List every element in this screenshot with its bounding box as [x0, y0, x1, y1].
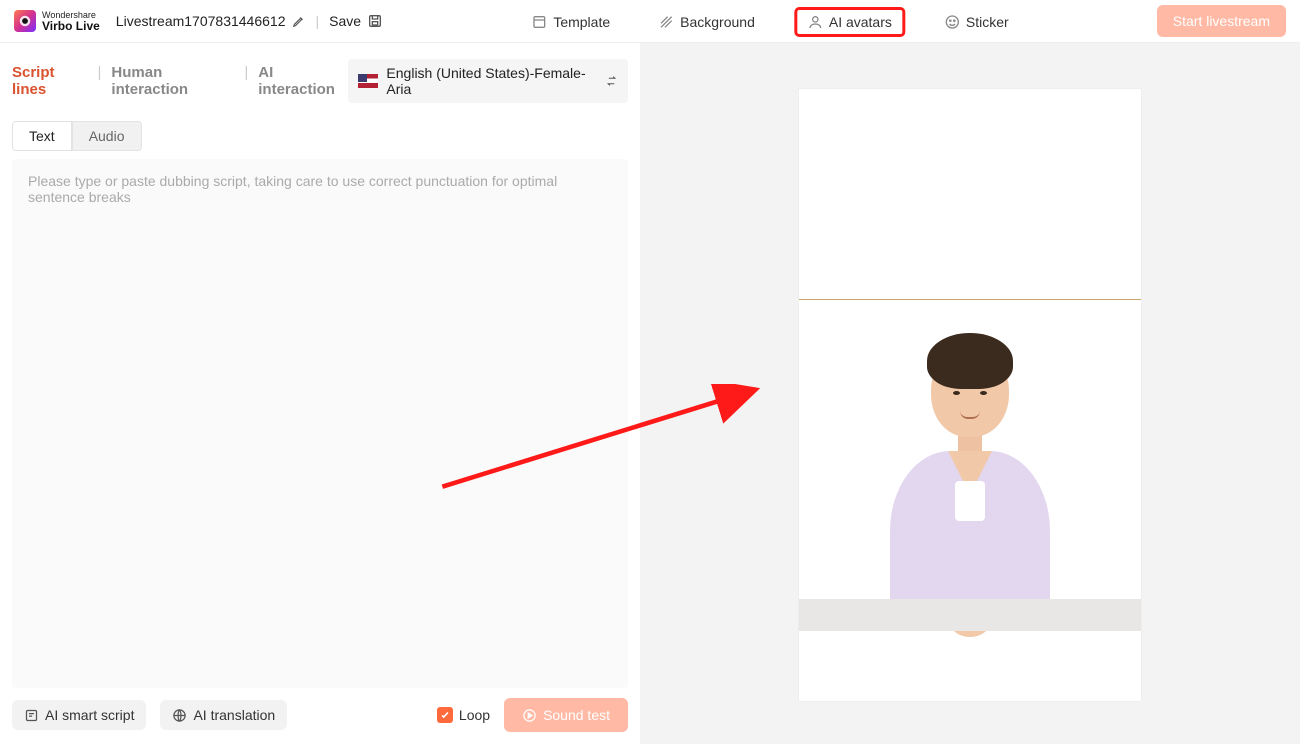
tab-background-label: Background [680, 14, 755, 30]
save-label: Save [329, 13, 361, 29]
preview-canvas[interactable] [799, 89, 1141, 701]
template-icon [531, 14, 547, 30]
tab-human-interaction[interactable]: Human interaction [111, 64, 234, 98]
loop-label: Loop [459, 707, 490, 723]
ai-translation-button[interactable]: AI translation [160, 700, 287, 730]
play-icon [522, 708, 537, 723]
desk-surface [799, 599, 1141, 631]
subtab-audio[interactable]: Audio [72, 121, 142, 151]
script-panel: Script lines | Human interaction | AI in… [0, 43, 640, 744]
subtab-text[interactable]: Text [12, 121, 72, 151]
edit-icon[interactable] [292, 14, 306, 28]
save-icon [367, 13, 383, 29]
sticker-icon [944, 14, 960, 30]
editor-toolbar: AI smart script AI translation Loop Soun… [12, 698, 628, 732]
smart-script-icon [24, 708, 39, 723]
script-mode-tabs: Script lines | Human interaction | AI in… [12, 64, 348, 98]
flag-us-icon [358, 74, 379, 88]
main-area: Script lines | Human interaction | AI in… [0, 43, 1300, 744]
start-livestream-button[interactable]: Start livestream [1157, 5, 1286, 37]
voice-selector[interactable]: English (United States)-Female-Aria [348, 59, 628, 103]
loop-checkbox[interactable]: Loop [437, 707, 490, 723]
translation-icon [172, 708, 187, 723]
input-mode-tabs: Text Audio [12, 121, 628, 151]
background-icon [658, 14, 674, 30]
save-button[interactable]: Save [329, 13, 383, 29]
tab-template[interactable]: Template [525, 10, 616, 34]
tab-background[interactable]: Background [652, 10, 761, 34]
tab-ai-interaction[interactable]: AI interaction [258, 64, 348, 98]
tab-template-label: Template [553, 14, 610, 30]
avatar-icon [807, 14, 823, 30]
project-name: Livestream1707831446612 [116, 13, 286, 29]
horizon-line [799, 299, 1141, 300]
voice-label: English (United States)-Female-Aria [386, 65, 596, 97]
tab-sticker-label: Sticker [966, 14, 1009, 30]
swap-icon [605, 74, 618, 88]
ai-avatar[interactable] [845, 345, 1095, 631]
top-bar: Wondershare Virbo Live Livestream1707831… [0, 0, 1300, 43]
tab-sticker[interactable]: Sticker [938, 10, 1015, 34]
tab-script-lines[interactable]: Script lines [12, 64, 88, 98]
script-input[interactable] [12, 159, 628, 688]
app-logo: Wondershare Virbo Live [14, 10, 100, 32]
top-tool-tabs: Template Background AI avatars Sticker [525, 0, 1014, 43]
checkbox-checked-icon [437, 707, 453, 723]
ai-translation-label: AI translation [193, 707, 275, 723]
preview-area [640, 43, 1300, 744]
sound-test-button[interactable]: Sound test [504, 698, 628, 732]
brand-big: Virbo Live [42, 20, 100, 32]
ai-smart-script-label: AI smart script [45, 707, 134, 723]
ai-smart-script-button[interactable]: AI smart script [12, 700, 146, 730]
logo-mark-icon [14, 10, 36, 32]
tab-ai-avatars-label: AI avatars [829, 14, 892, 30]
divider: | [316, 13, 320, 29]
sound-test-label: Sound test [543, 707, 610, 723]
tab-ai-avatars[interactable]: AI avatars [797, 10, 902, 34]
